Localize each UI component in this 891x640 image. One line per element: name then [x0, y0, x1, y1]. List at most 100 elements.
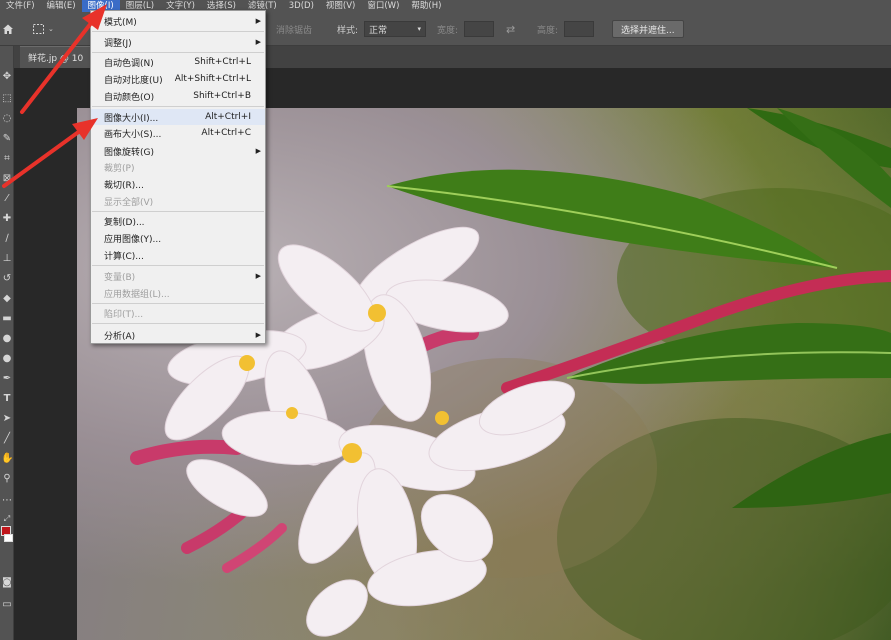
menu-item-auto-contrast[interactable]: 自动对比度(U) Alt+Shift+Ctrl+L: [91, 71, 265, 87]
menu-3d[interactable]: 3D(D): [283, 0, 320, 12]
menu-item-calculations[interactable]: 计算(C)...: [91, 247, 265, 263]
menu-item-variables: 变量(B) ▶: [91, 268, 265, 284]
brush-tool-icon[interactable]: ∕: [1, 232, 13, 246]
menu-separator: [92, 52, 264, 53]
antialias-checkbox-label[interactable]: 消除锯齿: [276, 12, 312, 46]
menu-item-label: 自动对比度(U): [104, 75, 163, 86]
menu-item-label: 模式(M): [104, 17, 137, 28]
menu-file[interactable]: 文件(F): [0, 0, 41, 12]
select-and-mask-button[interactable]: 选择并遮住...: [612, 20, 684, 38]
width-field[interactable]: [464, 21, 494, 37]
dodge-tool-icon[interactable]: ●: [1, 352, 13, 366]
menu-item-reveal-all: 显示全部(V): [91, 193, 265, 209]
history-brush-tool-icon[interactable]: ↺: [1, 272, 13, 286]
menu-item-label: 图像旋转(G): [104, 147, 154, 158]
menu-item-label: 裁剪(P): [104, 163, 135, 174]
marquee-tool-icon[interactable]: ⬚: [1, 92, 13, 106]
submenu-arrow-icon: ▶: [255, 147, 261, 155]
menu-help[interactable]: 帮助(H): [405, 0, 447, 12]
menu-window[interactable]: 窗口(W): [361, 0, 405, 12]
submenu-arrow-icon: ▶: [255, 17, 261, 25]
menu-item-shortcut: Alt+Ctrl+I: [205, 112, 251, 122]
path-select-tool-icon[interactable]: ➤: [1, 412, 13, 426]
home-icon[interactable]: [2, 12, 14, 46]
menu-item-label: 应用图像(Y)...: [104, 234, 162, 245]
menu-separator: [92, 211, 264, 212]
height-field[interactable]: [564, 21, 594, 37]
eyedropper-tool-icon[interactable]: ⁄: [1, 192, 13, 206]
tools-panel: ✥ ⬚ ◌ ✎ ⌗ ⊠ ⁄ ✚ ∕ ⊥ ↺ ◆ ▬ ● ● ✒ T ➤ ╱ ✋ …: [0, 46, 14, 640]
menu-item-crop: 裁剪(P): [91, 159, 265, 175]
menu-item-image-size[interactable]: 图像大小(I)... Alt+Ctrl+I: [91, 109, 265, 125]
blur-tool-icon[interactable]: ●: [1, 332, 13, 346]
menu-separator: [92, 303, 264, 304]
image-menu-dropdown: 模式(M) ▶ 调整(J) ▶ 自动色调(N) Shift+Ctrl+L 自动对…: [90, 10, 266, 344]
submenu-arrow-icon: ▶: [255, 331, 261, 339]
width-label: 宽度:: [437, 25, 459, 36]
lasso-tool-icon[interactable]: ◌: [1, 112, 13, 126]
zoom-tool-icon[interactable]: ⚲: [1, 472, 13, 486]
menu-item-shortcut: Shift+Ctrl+B: [193, 91, 251, 101]
menu-item-label: 变量(B): [104, 272, 136, 283]
style-label: 样式:: [337, 25, 359, 36]
menu-item-label: 应用数据组(L)...: [104, 289, 170, 300]
menu-item-label: 分析(A): [104, 331, 136, 342]
menu-item-trap: 陷印(T)...: [91, 305, 265, 321]
menu-separator: [92, 31, 264, 32]
menu-item-auto-color[interactable]: 自动颜色(O) Shift+Ctrl+B: [91, 88, 265, 104]
quick-mask-icon[interactable]: ◙: [1, 576, 13, 590]
menu-item-label: 显示全部(V): [104, 197, 154, 208]
line-tool-icon[interactable]: ╱: [1, 432, 13, 446]
screen-mode-icon[interactable]: ▭: [1, 598, 13, 612]
menu-edit[interactable]: 编辑(E): [41, 0, 82, 12]
menu-item-label: 裁切(R)...: [104, 180, 144, 191]
menu-item-shortcut: Alt+Shift+Ctrl+L: [174, 74, 251, 84]
type-tool-icon[interactable]: T: [1, 392, 13, 406]
healing-brush-tool-icon[interactable]: ✚: [1, 212, 13, 226]
menu-item-label: 陷印(T)...: [104, 309, 144, 320]
menu-item-canvas-size[interactable]: 画布大小(S)... Alt+Ctrl+C: [91, 125, 265, 141]
menu-item-apply-data-set: 应用数据组(L)...: [91, 285, 265, 301]
menu-item-image-rotation[interactable]: 图像旋转(G) ▶: [91, 143, 265, 159]
more-tools-icon[interactable]: ⋯: [1, 494, 13, 508]
menu-item-label: 复制(D)...: [104, 217, 145, 228]
menu-item-label: 自动颜色(O): [104, 92, 155, 103]
swap-colors-icon[interactable]: ⤢: [1, 512, 13, 526]
background-color-swatch[interactable]: [4, 534, 13, 542]
menu-item-label: 自动色调(N): [104, 58, 154, 69]
marquee-preset-icon[interactable]: ⌄: [32, 12, 54, 46]
menu-item-shortcut: Alt+Ctrl+C: [201, 128, 251, 138]
submenu-arrow-icon: ▶: [255, 272, 261, 280]
menu-item-label: 图像大小(I)...: [104, 113, 159, 124]
menu-item-analysis[interactable]: 分析(A) ▶: [91, 327, 265, 343]
move-tool-icon[interactable]: ✥: [1, 70, 13, 84]
chevron-down-icon: ▾: [417, 25, 421, 33]
menu-item-shortcut: Shift+Ctrl+L: [194, 57, 251, 67]
crop-tool-icon[interactable]: ⌗: [1, 152, 13, 166]
stamp-tool-icon[interactable]: ⊥: [1, 252, 13, 266]
style-select-value: 正常: [369, 25, 388, 36]
document-tab[interactable]: 鲜花.jp @ 10: [20, 46, 92, 68]
hand-tool-icon[interactable]: ✋: [1, 452, 13, 466]
menu-item-duplicate[interactable]: 复制(D)...: [91, 213, 265, 229]
pen-tool-icon[interactable]: ✒: [1, 372, 13, 386]
menu-item-label: 计算(C)...: [104, 251, 144, 262]
menu-item-trim[interactable]: 裁切(R)...: [91, 176, 265, 192]
menu-item-label: 调整(J): [104, 38, 132, 49]
frame-tool-icon[interactable]: ⊠: [1, 172, 13, 186]
menu-item-adjustments[interactable]: 调整(J) ▶: [91, 34, 265, 50]
menu-view[interactable]: 视图(V): [320, 0, 361, 12]
menu-item-mode[interactable]: 模式(M) ▶: [91, 13, 265, 29]
height-label: 高度:: [537, 25, 559, 36]
swap-icon[interactable]: ⇄: [506, 12, 515, 46]
menu-item-apply-image[interactable]: 应用图像(Y)...: [91, 230, 265, 246]
submenu-arrow-icon: ▶: [255, 38, 261, 46]
style-select[interactable]: 正常 ▾: [364, 21, 426, 37]
menu-item-label: 画布大小(S)...: [104, 129, 162, 140]
quick-select-tool-icon[interactable]: ✎: [1, 132, 13, 146]
eraser-tool-icon[interactable]: ◆: [1, 292, 13, 306]
gradient-tool-icon[interactable]: ▬: [1, 312, 13, 326]
menu-item-auto-tone[interactable]: 自动色调(N) Shift+Ctrl+L: [91, 54, 265, 70]
menu-separator: [92, 323, 264, 324]
menu-separator: [92, 265, 264, 266]
